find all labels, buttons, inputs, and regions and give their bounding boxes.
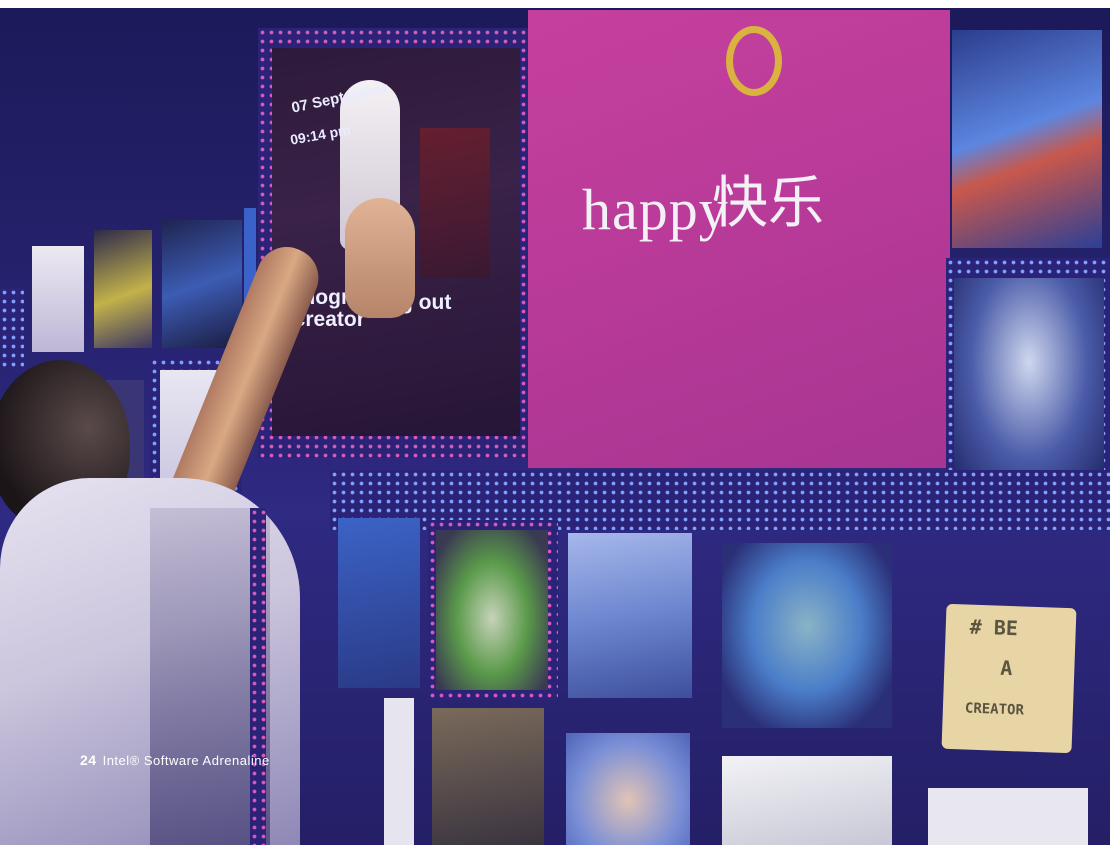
note-line-1: # BE [969,614,1019,641]
page-footer: 24 Intel® Software Adrenaline [80,752,270,768]
photo-tile-woman-portrait [566,733,690,845]
photo-tile-green-plant [436,530,548,690]
photo-tile-stage [162,220,242,348]
happy-sign-chinese: 快乐 [712,171,824,236]
note-line-3: CREATOR [964,700,1025,719]
publication-name: Intel® Software Adrenaline [102,753,270,768]
photo-note-card: # BE A CREATOR [941,603,1077,754]
photo-tile-teal-shape [722,543,892,728]
photo-tile-cloudy [954,278,1104,488]
photo-person-hand [345,198,415,318]
photo-tile-blue-red [952,30,1102,248]
photo-tile-people-blue [568,533,692,698]
happy-sign-word: happy [582,177,729,242]
photo-tile-bottom-right [928,788,1088,845]
photo-tile-logo [32,246,84,352]
note-line-2: A [999,655,1013,681]
page-number: 24 [80,752,97,768]
photo-tile-bottom-bw [722,756,892,845]
photo-tile-blue-figure [338,518,420,688]
photo-tile-concert-lights [94,230,152,348]
gold-ring-icon [726,26,782,96]
photo-necklace [250,508,266,845]
photo-video-wall: 07 September 09:14 pm @dogm #creator g o… [0,8,1110,845]
tile-frame-left-top [0,288,24,368]
photo-red-accent [420,128,490,278]
photo-tile-bottom-sepia [432,708,544,845]
photo-tile-bottom-white [384,698,414,845]
